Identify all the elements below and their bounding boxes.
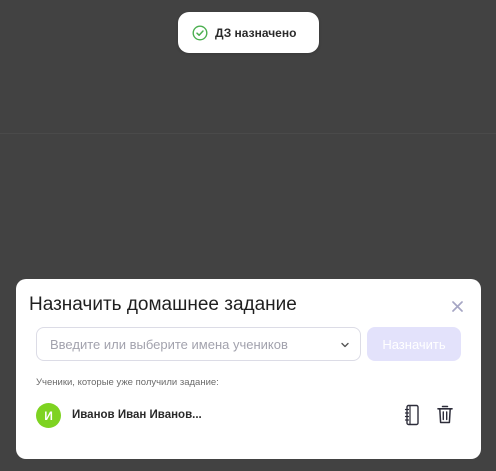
assign-button[interactable]: Назначить: [367, 327, 461, 361]
close-icon: [451, 300, 463, 312]
avatar: И: [36, 403, 61, 428]
assign-homework-dialog: Назначить домашнее задание Введите или в…: [16, 279, 481, 459]
received-students-label: Ученики, которые уже получили задание:: [36, 377, 219, 388]
trash-icon: [437, 404, 453, 424]
students-select-placeholder: Введите или выберите имена учеников: [50, 336, 288, 352]
student-row: И Иванов Иван Иванов...: [36, 402, 458, 430]
dialog-title: Назначить домашнее задание: [29, 294, 297, 315]
notebook-icon: [404, 404, 420, 426]
chevron-down-icon[interactable]: [340, 340, 350, 350]
close-button[interactable]: [450, 299, 464, 313]
student-name: Иванов Иван Иванов...: [72, 409, 202, 421]
students-select[interactable]: Введите или выберите имена учеников: [36, 327, 361, 361]
delete-button[interactable]: [437, 404, 453, 424]
backdrop-divider: [0, 133, 496, 134]
journal-button[interactable]: [404, 404, 420, 426]
check-circle-icon: [192, 24, 208, 41]
toast-message: ДЗ назначено: [215, 25, 297, 40]
success-toast: ДЗ назначено: [178, 12, 319, 53]
